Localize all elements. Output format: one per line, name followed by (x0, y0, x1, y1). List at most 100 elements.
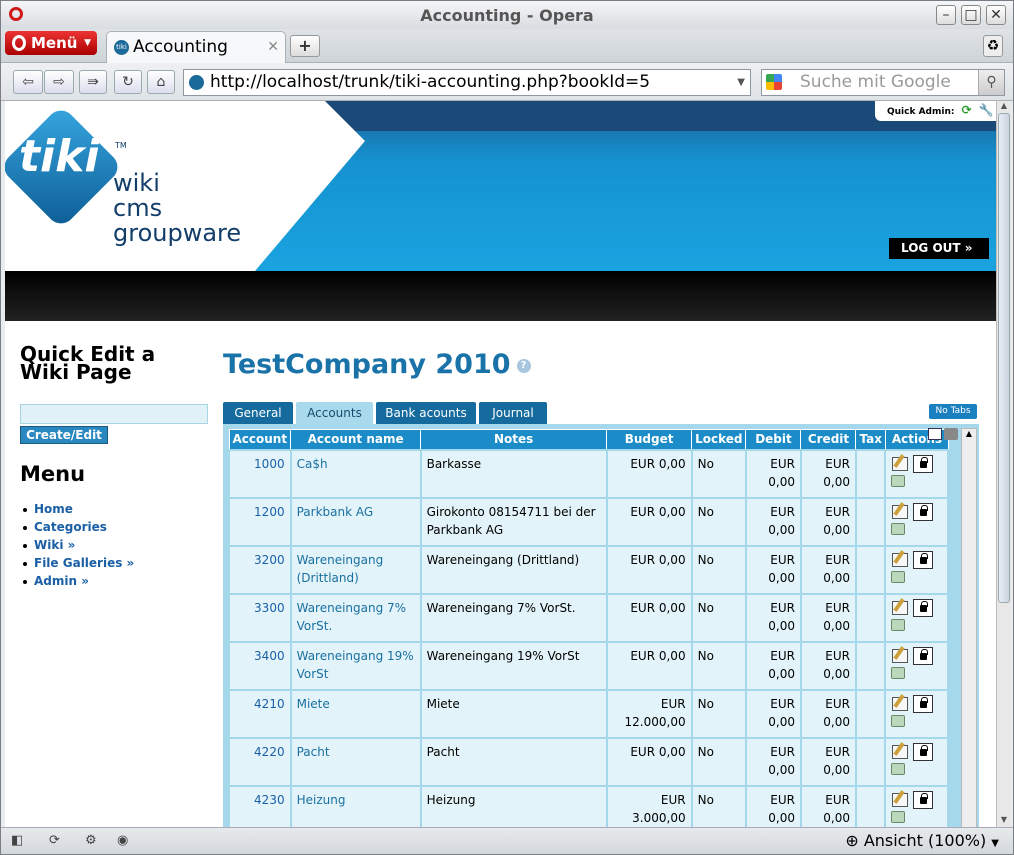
edit-icon[interactable] (891, 695, 909, 713)
minimize-button[interactable]: – (936, 5, 956, 25)
page-scrollbar[interactable]: ▲ ▼ (996, 101, 1011, 827)
reload-button[interactable]: ↻ (114, 70, 142, 94)
debit-cell: EUR 0,00 (744, 736, 802, 787)
credit-cell: EUR 0,00 (799, 448, 857, 499)
maximize-button[interactable]: □ (961, 5, 981, 25)
sidebar-item-file-galleries[interactable]: File Galleries » (20, 554, 210, 572)
back-button[interactable]: ⇦ (13, 70, 43, 94)
opera-menu-button[interactable]: Menü ▼ (5, 31, 97, 55)
column-header[interactable]: Debit (745, 429, 802, 450)
edit-icon[interactable] (891, 743, 909, 761)
account-name-link[interactable]: Wareneingang (Drittland) (289, 544, 422, 595)
home-button[interactable]: ⌂ (147, 70, 175, 94)
edit-icon[interactable] (891, 599, 909, 617)
fast-forward-button[interactable]: ⇛ (79, 70, 107, 94)
search-placeholder: Suche mit Google (800, 72, 951, 92)
tab-accounts[interactable]: Accounts (296, 402, 373, 424)
delete-icon[interactable] (891, 474, 906, 487)
address-dropdown-icon[interactable]: ▼ (737, 70, 745, 95)
account-number-link[interactable]: 4220 (228, 736, 292, 787)
delete-icon[interactable] (891, 714, 906, 727)
sync-icon[interactable]: ⟳ (49, 833, 65, 849)
edit-icon[interactable] (891, 455, 909, 473)
table-row: 3400 Wareneingang 19% VorSt Wareneingang… (228, 640, 950, 691)
notes-cell: Heizung (419, 784, 608, 827)
tab-accounting[interactable]: tiki Accounting ✕ (106, 31, 286, 63)
delete-icon[interactable] (891, 762, 906, 775)
wrench-icon[interactable]: 🔧 (979, 103, 994, 117)
sidebar-item-categories[interactable]: Categories (20, 518, 210, 536)
delete-icon[interactable] (891, 666, 906, 679)
account-name-link[interactable]: Wareneingang 7% VorSt. (289, 592, 422, 643)
browser-window: Accounting - Opera – □ ✕ Menü ▼ tiki Acc… (0, 0, 1014, 855)
credit-cell: EUR 0,00 (799, 640, 857, 691)
edit-icon[interactable] (891, 503, 909, 521)
zoom-control[interactable]: ⊕ Ansicht (100%) ▼ (845, 831, 999, 850)
column-header[interactable]: Notes (420, 429, 608, 450)
address-bar[interactable]: http://localhost/trunk/tiki-accounting.p… (183, 69, 751, 96)
table-scrollbar[interactable]: ▲ (961, 428, 977, 827)
column-header[interactable]: Credit (800, 429, 857, 450)
table-tools (926, 428, 961, 827)
search-icon[interactable]: ⚲ (978, 70, 1004, 95)
sidebar-item-home[interactable]: Home (20, 500, 210, 518)
new-tab-button[interactable]: + (290, 35, 320, 57)
column-header[interactable]: Budget (606, 429, 693, 450)
column-header[interactable]: Account (228, 429, 292, 450)
unite-icon[interactable]: ⚙ (85, 833, 101, 849)
close-tab-icon[interactable]: ✕ (267, 32, 279, 62)
help-icon[interactable]: ? (516, 358, 531, 373)
print-icon[interactable] (944, 428, 958, 440)
panel-toggle-icon[interactable]: ◧ (11, 833, 27, 849)
sidebar-item-wiki[interactable]: Wiki » (20, 536, 210, 554)
account-name-link[interactable]: Miete (289, 688, 422, 739)
account-number-link[interactable]: 3200 (228, 544, 292, 595)
forward-button[interactable]: ⇨ (44, 70, 74, 94)
delete-icon[interactable] (891, 522, 906, 535)
tiki-logo[interactable]: tiki TM wiki cms groupware (5, 101, 365, 271)
account-number-link[interactable]: 4210 (228, 688, 292, 739)
edit-icon[interactable] (891, 647, 909, 665)
tab-general[interactable]: General (223, 402, 293, 424)
credit-cell: EUR 0,00 (799, 784, 857, 827)
sidebar-item-admin[interactable]: Admin » (20, 572, 210, 590)
edit-icon[interactable] (891, 551, 909, 569)
account-name-link[interactable]: Heizung (289, 784, 422, 827)
delete-icon[interactable] (891, 810, 906, 823)
column-header[interactable]: Tax (855, 429, 886, 450)
account-number-link[interactable]: 3400 (228, 640, 292, 691)
logo-word: wiki (113, 169, 160, 197)
tab-bank-acounts[interactable]: Bank acounts (376, 402, 476, 424)
scroll-up-icon[interactable]: ▲ (997, 101, 1011, 113)
tab-journal[interactable]: Journal (479, 402, 547, 424)
column-header[interactable]: Account name (290, 429, 422, 450)
account-name-link[interactable]: Pacht (289, 736, 422, 787)
account-number-link[interactable]: 1000 (228, 448, 292, 499)
table-row: 3200 Wareneingang (Drittland) Wareneinga… (228, 544, 950, 595)
delete-icon[interactable] (891, 618, 906, 631)
create-edit-button[interactable]: Create/Edit (20, 426, 108, 444)
no-tabs-button[interactable]: No Tabs (929, 404, 977, 419)
account-number-link[interactable]: 4230 (228, 784, 292, 827)
logout-button[interactable]: LOG OUT » (889, 238, 989, 259)
trash-icon[interactable]: ♻ (983, 35, 1003, 57)
delete-icon[interactable] (891, 570, 906, 583)
account-name-link[interactable]: Ca$h (289, 448, 422, 499)
scroll-down-icon[interactable]: ▼ (997, 815, 1011, 827)
account-number-link[interactable]: 3300 (228, 592, 292, 643)
account-name-link[interactable]: Wareneingang 19% VorSt (289, 640, 422, 691)
credit-cell: EUR 0,00 (799, 496, 857, 547)
scroll-up-icon[interactable]: ▲ (962, 429, 976, 441)
search-input[interactable]: Suche mit Google ⚲ (761, 69, 1005, 96)
table-row: 4220 Pacht Pacht EUR 0,00 No EUR 0,00 EU… (228, 736, 950, 787)
account-name-link[interactable]: Parkbank AG (289, 496, 422, 547)
edit-icon[interactable] (891, 791, 909, 809)
turbo-icon[interactable]: ◉ (117, 833, 133, 849)
column-picker-icon[interactable] (928, 428, 942, 440)
account-number-link[interactable]: 1200 (228, 496, 292, 547)
quick-edit-input[interactable] (20, 404, 208, 424)
scrollbar-thumb[interactable] (998, 113, 1010, 603)
column-header[interactable]: Locked (691, 429, 747, 450)
refresh-cache-icon[interactable]: ⟳ (962, 103, 972, 117)
close-window-button[interactable]: ✕ (986, 5, 1006, 25)
